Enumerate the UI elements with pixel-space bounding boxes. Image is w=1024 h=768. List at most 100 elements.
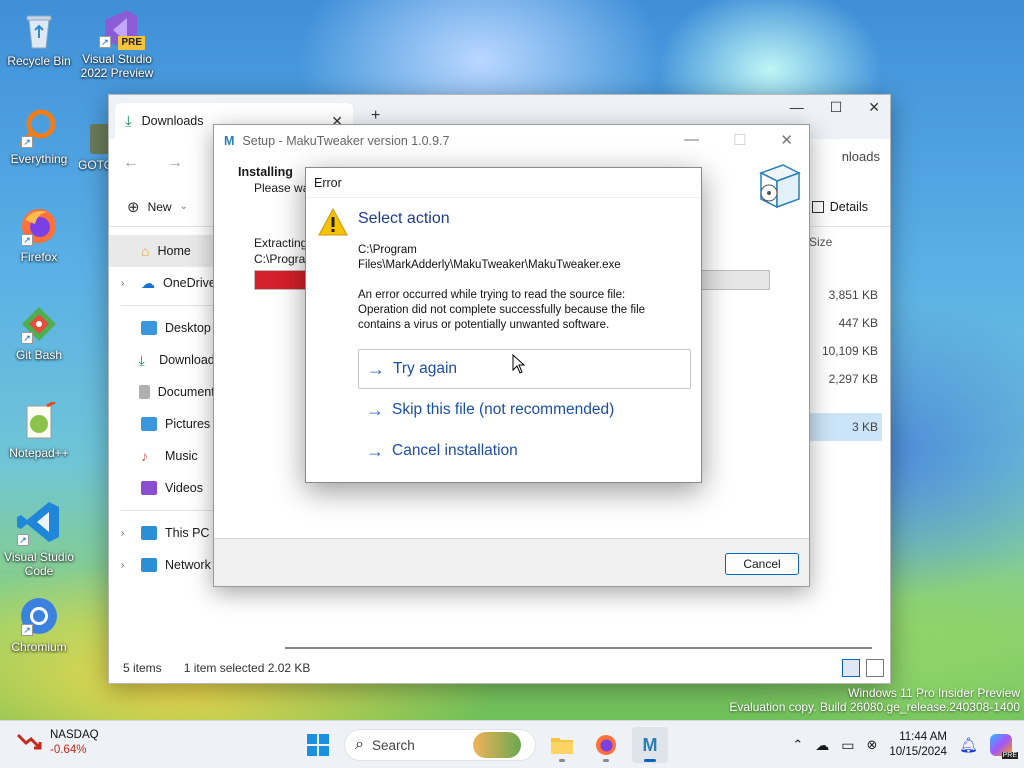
desktop-icon-label: Firefox bbox=[20, 250, 58, 264]
maximize-button[interactable]: ☐ bbox=[830, 99, 843, 116]
back-arrow-icon[interactable]: ← bbox=[123, 154, 139, 172]
home-icon: ⌂ bbox=[141, 243, 150, 259]
desktop-folder-icon bbox=[141, 321, 157, 335]
message-line: An error occurred while trying to read t… bbox=[358, 289, 626, 301]
sidebar-item-label: Music bbox=[165, 449, 198, 463]
desktop-icon-recycle-bin[interactable]: Recycle Bin bbox=[0, 10, 78, 68]
file-size-cell[interactable]: 10,109 KB bbox=[802, 337, 882, 365]
chevron-right-icon[interactable]: › bbox=[121, 278, 133, 289]
sidebar-item-pictures[interactable]: Pictures bbox=[109, 408, 221, 440]
cancel-installation-button[interactable]: → Cancel installation bbox=[358, 431, 691, 471]
copilot-preview-badge: PRE bbox=[1001, 752, 1018, 759]
navigation-pane: ⌂ Home › ☁ OneDrive Desktop ⤓ Downloads … bbox=[109, 235, 221, 653]
address-bar[interactable]: nloads bbox=[842, 149, 880, 164]
firefox-icon bbox=[596, 735, 616, 755]
sidebar-item-desktop[interactable]: Desktop bbox=[109, 312, 221, 344]
taskbar-firefox[interactable] bbox=[588, 727, 624, 763]
status-bar: 5 items 1 item selected 2.02 KB bbox=[109, 653, 890, 683]
git-bash-icon: ↗ bbox=[19, 304, 59, 344]
sidebar-item-music[interactable]: ♪ Music bbox=[109, 440, 221, 472]
desktop-icon-goto[interactable]: GOTO bbox=[78, 124, 110, 172]
makutweaker-icon: M bbox=[642, 734, 658, 755]
close-window-button[interactable]: ✕ bbox=[780, 131, 793, 149]
everything-magnifier-icon: ↗ bbox=[19, 108, 59, 148]
message-line: contains a virus or potentially unwanted… bbox=[358, 319, 610, 331]
item-count: 5 items bbox=[123, 661, 162, 675]
chevron-right-icon[interactable]: › bbox=[121, 528, 133, 539]
volume-muted-icon[interactable]: ⊗ bbox=[866, 737, 877, 753]
sidebar-item-videos[interactable]: Videos bbox=[109, 472, 221, 504]
desktop-icon-firefox[interactable]: ↗ Firefox bbox=[0, 206, 78, 264]
desktop-icon-chromium[interactable]: ↗ Chromium bbox=[0, 596, 78, 654]
sidebar-item-documents[interactable]: Documents bbox=[109, 376, 221, 408]
sidebar-item-network[interactable]: › Network bbox=[109, 549, 221, 581]
taskbar-search-box[interactable]: ⌕ Search bbox=[344, 729, 536, 761]
desktop-icon-label: GOTO bbox=[78, 158, 110, 172]
cloud-icon: ☁ bbox=[141, 274, 155, 291]
setup-footer: Cancel bbox=[214, 538, 809, 586]
file-size-cell[interactable]: 3,851 KB bbox=[802, 281, 882, 309]
horizontal-scrollbar[interactable] bbox=[285, 647, 872, 649]
sidebar-item-this-pc[interactable]: › This PC bbox=[109, 517, 221, 549]
desktop-icon-label: Chromium bbox=[11, 640, 67, 654]
error-dialog[interactable]: Error Select action C:\Program Files\Mar… bbox=[305, 167, 702, 483]
tiles-view-icon[interactable] bbox=[866, 659, 884, 677]
error-content: Select action C:\Program Files\MarkAdder… bbox=[358, 210, 688, 333]
skip-file-button[interactable]: → Skip this file (not recommended) bbox=[358, 390, 691, 430]
download-icon: ⤓ bbox=[138, 351, 145, 368]
minimize-button[interactable]: — bbox=[790, 99, 804, 116]
action-label: Cancel installation bbox=[392, 442, 518, 459]
maximize-button[interactable]: ☐ bbox=[733, 131, 746, 149]
sidebar-item-home[interactable]: ⌂ Home bbox=[109, 235, 221, 267]
stock-widget[interactable]: NASDAQ -0.64% bbox=[16, 728, 99, 757]
minimize-button[interactable]: — bbox=[684, 131, 699, 149]
details-button[interactable]: Details bbox=[811, 199, 868, 214]
file-size-cell[interactable]: 447 KB bbox=[802, 309, 882, 337]
pictures-icon bbox=[141, 417, 157, 431]
desktop-icon-label: Everything bbox=[10, 152, 68, 166]
forward-arrow-icon[interactable]: → bbox=[167, 154, 183, 172]
error-title: Error bbox=[314, 175, 342, 190]
details-view-icon[interactable] bbox=[842, 659, 860, 677]
pc-icon bbox=[141, 526, 157, 540]
start-button[interactable] bbox=[300, 727, 336, 763]
file-size-cell[interactable]: 2,297 KB bbox=[802, 365, 882, 393]
cancel-button[interactable]: Cancel bbox=[725, 553, 799, 575]
chevron-up-icon[interactable]: ⌃ bbox=[792, 737, 803, 753]
vscode-icon: ↗ bbox=[15, 498, 63, 546]
clock-time: 11:44 AM bbox=[899, 731, 947, 743]
desktop-icon-git-bash[interactable]: ↗ Git Bash bbox=[0, 304, 78, 362]
chevron-right-icon[interactable]: › bbox=[121, 560, 133, 571]
display-icon[interactable]: ▭ bbox=[841, 737, 854, 754]
file-size-cell-selected[interactable]: 3 KB bbox=[802, 413, 882, 441]
desktop-icon-label: Visual Studio Code bbox=[4, 550, 74, 578]
desktop-icon-vscode[interactable]: ↗ Visual Studio Code bbox=[0, 498, 78, 578]
copilot-icon[interactable]: PRE bbox=[990, 734, 1018, 759]
taskbar-makutweaker-setup[interactable]: M bbox=[632, 727, 668, 763]
clock[interactable]: 11:44 AM 10/15/2024 bbox=[889, 730, 947, 760]
network-offline-icon[interactable]: ☁ bbox=[815, 737, 829, 754]
new-button[interactable]: New bbox=[148, 200, 172, 214]
sidebar-item-label: Desktop bbox=[165, 321, 211, 335]
desktop-icon-everything[interactable]: ↗ Everything bbox=[0, 108, 78, 166]
desktop-icon-notepad-plus-plus[interactable]: Notepad++ bbox=[0, 400, 78, 460]
desktop-icon-visual-studio-2022[interactable]: PRE ↗ Visual Studio 2022 Preview bbox=[78, 8, 156, 80]
size-column-header[interactable]: Size bbox=[802, 235, 882, 263]
details-label: Details bbox=[829, 199, 868, 214]
shortcut-arrow-icon: ↗ bbox=[21, 332, 33, 344]
installer-box-icon bbox=[757, 161, 803, 214]
recycle-bin-icon bbox=[19, 10, 59, 50]
system-tray: ⌃ ☁ ▭ ⊗ 11:44 AM 10/15/2024 🔔︎ PRE bbox=[792, 721, 1024, 768]
new-plus-icon: ⊕ bbox=[127, 198, 140, 216]
mouse-cursor-icon bbox=[512, 353, 526, 377]
sidebar-item-downloads[interactable]: ⤓ Downloads bbox=[109, 344, 222, 376]
taskbar-file-explorer[interactable] bbox=[544, 727, 580, 763]
sidebar-item-onedrive[interactable]: › ☁ OneDrive bbox=[109, 267, 221, 299]
notification-bell-icon[interactable]: 🔔︎ bbox=[959, 736, 978, 754]
close-window-button[interactable]: ✕ bbox=[868, 99, 880, 116]
arrow-right-icon: → bbox=[367, 358, 385, 379]
new-tab-button[interactable]: + bbox=[371, 107, 380, 125]
tab-title: Downloads bbox=[141, 114, 204, 128]
chromium-icon: ↗ bbox=[19, 596, 59, 636]
sidebar-item-label: Pictures bbox=[165, 417, 211, 431]
